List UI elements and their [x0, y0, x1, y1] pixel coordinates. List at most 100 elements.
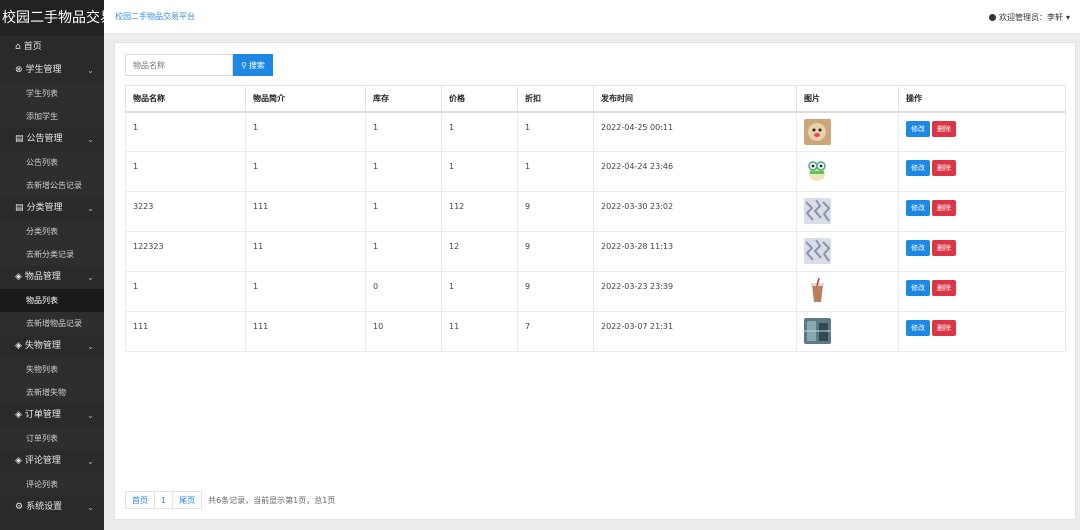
cell-name: 1: [125, 271, 246, 312]
cell-time: 2022-04-24 23:46: [593, 151, 797, 192]
table-row: 1 1 0 1 9 2022-03-23 23:39 修改 删除: [125, 271, 1066, 312]
sidebar-group-label: 系统设置: [26, 502, 63, 512]
chevron-down-icon: ⌄: [87, 342, 94, 351]
layers-icon: ◈: [15, 456, 22, 466]
col-header: 折扣: [517, 85, 594, 113]
sidebar-group-label: 评论管理: [24, 456, 61, 466]
search-icon: ⚲: [241, 60, 247, 70]
item-thumbnail: [804, 278, 898, 304]
cell-image: [796, 311, 899, 352]
cell-time: 2022-03-28 11:13: [593, 231, 797, 272]
breadcrumb[interactable]: 校园二手物品交易平台: [115, 11, 195, 22]
cell-time: 2022-03-07 21:31: [593, 311, 797, 352]
item-thumbnail: [804, 318, 898, 344]
cell-discount: 9: [517, 271, 594, 312]
sidebar-item-label: 首页: [23, 42, 42, 52]
edit-button[interactable]: 修改: [906, 160, 930, 176]
cell-actions: 修改 删除: [898, 271, 1066, 312]
user-menu[interactable]: 欢迎管理员：李轩 ▾: [988, 12, 1070, 23]
sidebar-group[interactable]: ◈ 评论管理 ⌄: [0, 450, 104, 473]
cell-image: [796, 231, 899, 272]
layers-icon: ◈: [15, 410, 22, 420]
sidebar-subitem[interactable]: 订单列表: [0, 427, 104, 450]
sidebar-subitem[interactable]: 公告列表: [0, 151, 104, 174]
sidebar-item-home[interactable]: ⌂ 首页: [0, 36, 104, 59]
delete-button[interactable]: 删除: [932, 160, 956, 176]
gear-icon: ⚙: [15, 502, 24, 512]
home-icon: ⌂: [15, 42, 21, 52]
delete-button[interactable]: 删除: [932, 280, 956, 296]
sidebar-group-label: 失物管理: [24, 341, 61, 351]
cell-intro: 1: [245, 271, 366, 312]
delete-button[interactable]: 删除: [932, 320, 956, 336]
delete-button[interactable]: 删除: [932, 200, 956, 216]
col-header: 操作: [898, 85, 1066, 113]
cell-price: 112: [441, 191, 518, 232]
sidebar-subitem[interactable]: 添加学生: [0, 105, 104, 128]
first-page-link[interactable]: 首页: [125, 491, 155, 509]
sidebar-subitem[interactable]: 分类列表: [0, 220, 104, 243]
sidebar-subitem[interactable]: 评论列表: [0, 473, 104, 496]
sidebar-subitem[interactable]: 学生列表: [0, 82, 104, 105]
sidebar-subitem[interactable]: 去新增失物: [0, 381, 104, 404]
sidebar-subitem[interactable]: 物品列表: [0, 289, 104, 312]
table-row: 1 1 1 1 1 2022-04-24 23:46 修改 删除: [125, 151, 1066, 192]
sidebar-group[interactable]: ▤ 分类管理 ⌄: [0, 197, 104, 220]
sidebar-group[interactable]: ⊗ 学生管理 ⌄: [0, 59, 104, 82]
cell-intro: 1: [245, 111, 366, 152]
chevron-down-icon: ⌄: [87, 457, 94, 466]
edit-button[interactable]: 修改: [906, 320, 930, 336]
layers-icon: ◈: [15, 272, 22, 282]
edit-button[interactable]: 修改: [906, 240, 930, 256]
last-page-link[interactable]: 尾页: [172, 491, 203, 509]
edit-button[interactable]: 修改: [906, 200, 930, 216]
cell-intro: 111: [245, 191, 366, 232]
search-input[interactable]: [125, 54, 233, 76]
cell-image: [796, 151, 899, 192]
search-button-label: 搜索: [248, 60, 265, 70]
cell-stock: 1: [365, 151, 442, 192]
sidebar-group[interactable]: ◈ 失物管理 ⌄: [0, 335, 104, 358]
table-header-row: 物品名称 物品简介 库存 价格 折扣 发布时间 图片 操作: [125, 85, 1066, 113]
cell-stock: 1: [365, 191, 442, 232]
content-card: ⚲ 搜索 物品名称 物品简介 库存 价格 折扣 发布时间 图片 操作 11111…: [114, 42, 1076, 520]
cell-intro: 11: [245, 231, 366, 272]
cell-stock: 0: [365, 271, 442, 312]
cell-price: 1: [441, 271, 518, 312]
table-row: 3223 111 1 112 9 2022-03-30 23:02 修改 删除: [125, 191, 1066, 232]
delete-button[interactable]: 删除: [932, 120, 956, 137]
cell-intro: 1: [245, 151, 366, 192]
cell-discount: 1: [517, 111, 594, 152]
edit-button[interactable]: 修改: [906, 120, 930, 137]
cell-stock: 1: [365, 111, 442, 152]
sidebar-group[interactable]: ◈ 订单管理 ⌄: [0, 404, 104, 427]
sidebar-subitem[interactable]: 去新分类记录: [0, 243, 104, 266]
table-row: 1 1 1 1 1 2022-04-25 00:11 修改 删除: [125, 111, 1066, 152]
sidebar-group[interactable]: ◈ 物品管理 ⌄: [0, 266, 104, 289]
delete-button[interactable]: 删除: [932, 240, 956, 256]
chevron-down-icon: ⌄: [87, 503, 94, 512]
sidebar-group[interactable]: ⚙ 系统设置 ⌄: [0, 496, 104, 519]
chevron-down-icon: ⌄: [87, 135, 94, 144]
sidebar-subitem[interactable]: 去新增物品记录: [0, 312, 104, 335]
sidebar-subitem[interactable]: 失物列表: [0, 358, 104, 381]
search-button[interactable]: ⚲ 搜索: [233, 54, 273, 76]
sidebar-subitem[interactable]: 去新增公告记录: [0, 174, 104, 197]
page-number-link[interactable]: 1: [154, 491, 174, 509]
item-thumbnail: [804, 238, 898, 264]
sidebar-group-label: 学生管理: [25, 65, 62, 75]
cell-time: 2022-03-30 23:02: [593, 191, 797, 232]
cell-actions: 修改 删除: [898, 231, 1066, 272]
items-table: 物品名称 物品简介 库存 价格 折扣 发布时间 图片 操作 1 1 1 1 1 2022-…: [125, 85, 1066, 352]
top-bar: 校园二手物品交易平台 欢迎管理员：李轩 ▾: [104, 0, 1080, 34]
sidebar-group[interactable]: ▤ 公告管理 ⌄: [0, 128, 104, 151]
user-greeting: 欢迎管理员：李轩: [998, 13, 1063, 22]
chevron-down-icon: ⌄: [87, 204, 94, 213]
cell-time: 2022-03-23 23:39: [593, 271, 797, 312]
user-circle-icon: ⊗: [15, 65, 23, 75]
cell-stock: 10: [365, 311, 442, 352]
pagination: 首页 1 尾页 共6条记录，当前显示第1页，总1页: [125, 491, 335, 509]
edit-button[interactable]: 修改: [906, 280, 930, 296]
document-icon: ▤: [15, 134, 24, 144]
item-thumbnail: [804, 118, 898, 145]
